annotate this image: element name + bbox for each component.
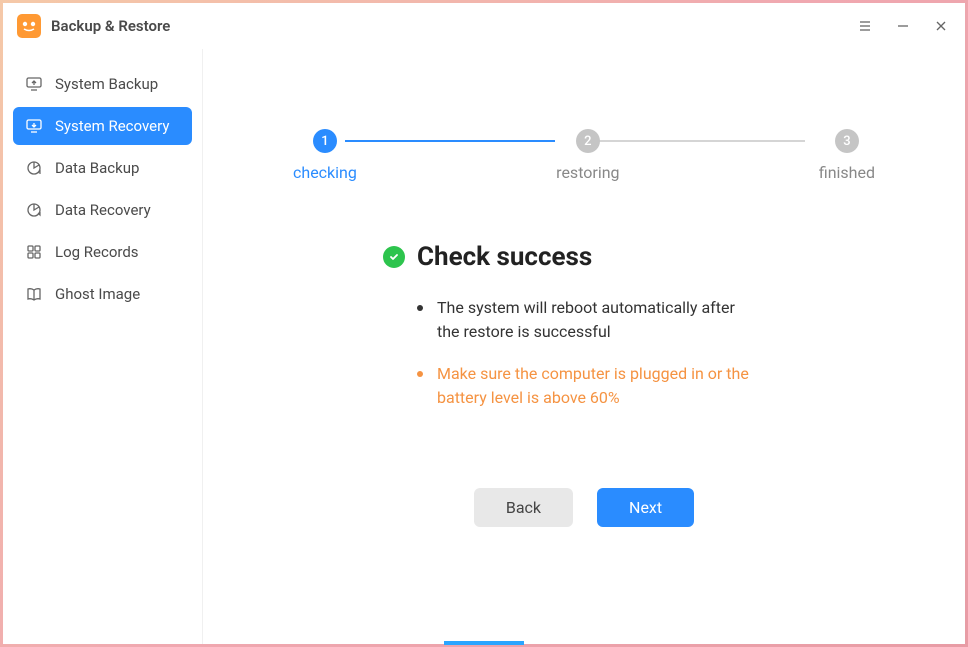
bullet-list: The system will reboot automatically aft… xyxy=(417,296,845,410)
next-button[interactable]: Next xyxy=(597,488,694,527)
bullet-text: The system will reboot automatically aft… xyxy=(437,296,757,344)
step-label: finished xyxy=(819,163,875,182)
back-button[interactable]: Back xyxy=(474,488,573,527)
bullet-item: Make sure the computer is plugged in or … xyxy=(417,362,845,410)
step-line-2 xyxy=(595,140,805,142)
titlebar: Backup & Restore xyxy=(3,3,965,49)
sidebar-item-system-backup[interactable]: System Backup xyxy=(13,65,192,103)
step-restoring: 2 restoring xyxy=(556,129,619,182)
monitor-up-icon xyxy=(25,75,43,93)
sidebar-item-ghost-image[interactable]: Ghost Image xyxy=(13,275,192,313)
check-success-icon xyxy=(383,246,405,268)
titlebar-left: Backup & Restore xyxy=(17,14,170,38)
sidebar-item-label: System Recovery xyxy=(55,117,169,135)
bottom-accent-bar xyxy=(444,641,524,645)
step-label: checking xyxy=(293,163,357,182)
book-icon xyxy=(25,285,43,303)
sidebar-item-data-backup[interactable]: Data Backup xyxy=(13,149,192,187)
main-panel: 1 checking 2 restoring 3 finished Ch xyxy=(203,49,965,644)
pie-up-icon xyxy=(25,159,43,177)
body: System Backup System Recovery Data Backu… xyxy=(3,49,965,644)
step-number: 3 xyxy=(835,129,859,153)
step-number: 1 xyxy=(313,129,337,153)
button-row: Back Next xyxy=(263,488,905,527)
close-icon[interactable] xyxy=(931,16,951,36)
step-label: restoring xyxy=(556,163,619,182)
bullet-dot-icon xyxy=(417,371,423,377)
monitor-down-icon xyxy=(25,117,43,135)
bullet-dot-icon xyxy=(417,305,423,311)
sidebar-item-log-records[interactable]: Log Records xyxy=(13,233,192,271)
sidebar-item-label: Ghost Image xyxy=(55,285,140,303)
bullet-text: Make sure the computer is plugged in or … xyxy=(437,362,757,410)
content-box: Check success The system will reboot aut… xyxy=(383,242,845,428)
step-line-1 xyxy=(345,140,555,142)
heading-row: Check success xyxy=(383,242,845,272)
menu-icon[interactable] xyxy=(855,16,875,36)
step-checking: 1 checking xyxy=(293,129,357,182)
content-heading: Check success xyxy=(417,242,592,272)
grid-icon xyxy=(25,243,43,261)
sidebar-item-label: System Backup xyxy=(55,75,158,93)
app-window: Backup & Restore System Backup xyxy=(3,3,965,644)
sidebar-item-label: Log Records xyxy=(55,243,139,261)
pie-down-icon xyxy=(25,201,43,219)
sidebar-item-label: Data Recovery xyxy=(55,201,151,219)
step-number: 2 xyxy=(576,129,600,153)
app-title: Backup & Restore xyxy=(51,17,170,35)
progress-stepper: 1 checking 2 restoring 3 finished xyxy=(293,129,875,182)
sidebar-item-data-recovery[interactable]: Data Recovery xyxy=(13,191,192,229)
app-logo-icon xyxy=(17,14,41,38)
sidebar-item-label: Data Backup xyxy=(55,159,139,177)
step-finished: 3 finished xyxy=(819,129,875,182)
bullet-item: The system will reboot automatically aft… xyxy=(417,296,845,344)
titlebar-controls xyxy=(855,16,951,36)
sidebar: System Backup System Recovery Data Backu… xyxy=(3,49,203,644)
minimize-icon[interactable] xyxy=(893,16,913,36)
sidebar-item-system-recovery[interactable]: System Recovery xyxy=(13,107,192,145)
